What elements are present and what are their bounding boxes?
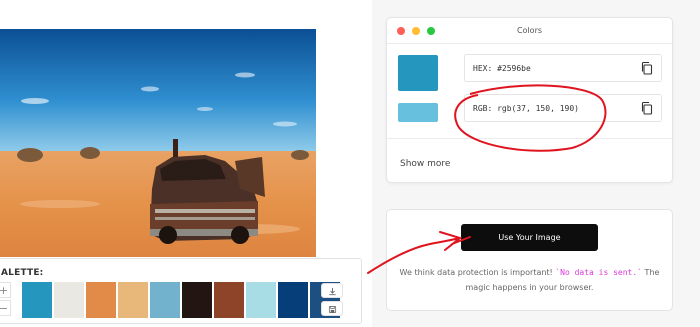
use-your-image-button[interactable]: Use Your Image — [461, 224, 598, 251]
privacy-code: `No data is sent.` — [555, 268, 643, 277]
show-more-link[interactable]: Show more — [400, 159, 450, 169]
palette-swatch[interactable] — [118, 282, 148, 318]
privacy-notice: We think data protection is important! `… — [395, 265, 664, 295]
uploaded-photo — [0, 29, 316, 257]
copy-icon — [640, 101, 654, 120]
hex-value: HEX: #2596be — [473, 64, 531, 73]
palette-card: ALETTE: + − — [0, 258, 362, 324]
palette-swatch[interactable] — [150, 282, 180, 318]
use-image-card: Use Your Image We think data protection … — [386, 209, 673, 311]
palette-label: ALETTE: — [1, 268, 44, 278]
save-button[interactable] — [321, 301, 343, 316]
palette-swatch[interactable] — [22, 282, 52, 318]
colors-window: Colors HEX: #2596be RGB: rgb(37, 150, 19… — [386, 17, 673, 183]
hex-field: HEX: #2596be — [464, 54, 662, 82]
copy-icon — [640, 61, 654, 80]
image-panel: ALETTE: + − — [0, 0, 372, 327]
rgb-value: RGB: rgb(37, 150, 190) — [473, 104, 579, 113]
window-titlebar: Colors — [387, 18, 672, 44]
add-color-button[interactable]: + — [0, 282, 11, 298]
selected-color-swatch[interactable] — [398, 55, 438, 91]
palette-swatches — [22, 282, 340, 318]
palette-swatch[interactable] — [182, 282, 212, 318]
copy-hex-button[interactable] — [640, 61, 654, 76]
remove-color-button[interactable]: − — [0, 300, 11, 316]
palette-swatch[interactable] — [54, 282, 84, 318]
light-color-swatch[interactable] — [398, 103, 438, 122]
copy-rgb-button[interactable] — [640, 101, 654, 116]
download-button[interactable] — [321, 283, 343, 298]
palette-swatch[interactable] — [278, 282, 308, 318]
privacy-text: We think data protection is important! — [399, 268, 556, 277]
rgb-field: RGB: rgb(37, 150, 190) — [464, 94, 662, 122]
palette-swatch[interactable] — [86, 282, 116, 318]
window-divider — [387, 138, 672, 139]
palette-swatch[interactable] — [246, 282, 276, 318]
save-icon — [328, 299, 337, 318]
palette-swatch[interactable] — [214, 282, 244, 318]
window-title: Colors — [516, 26, 543, 35]
download-icon — [328, 281, 337, 300]
